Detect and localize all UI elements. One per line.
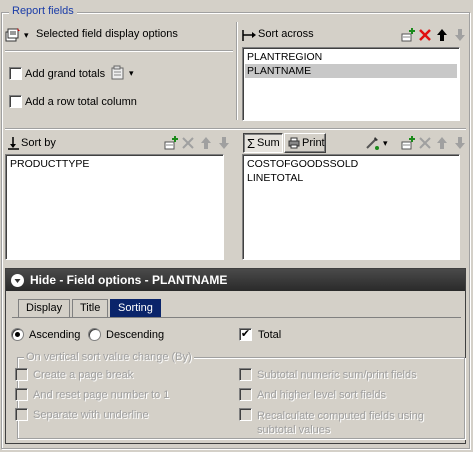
add-row-total-label: Add a row total column	[25, 96, 137, 108]
create-page-break-checkbox[interactable]	[15, 368, 28, 381]
list-item[interactable]: PLANTNAME	[245, 64, 457, 78]
sum-button[interactable]: Σ Sum	[243, 133, 283, 153]
sort-by-move-up-icon[interactable]	[198, 135, 214, 151]
add-row-total-checkbox[interactable]	[9, 95, 22, 108]
format-dropdown-arrow-icon[interactable]: ▾	[383, 137, 388, 150]
sort-by-add-icon[interactable]	[163, 135, 179, 151]
vertical-sort-change-label: On vertical sort value change (By)	[24, 351, 194, 363]
dropdown-arrow-icon[interactable]: ▾	[24, 29, 29, 42]
divider	[5, 50, 233, 52]
measures-move-up-icon[interactable]	[434, 135, 450, 151]
sort-by-icon	[5, 135, 21, 151]
recalculate-computed-checkbox[interactable]	[239, 408, 252, 421]
print-button[interactable]: Print	[284, 133, 326, 153]
list-item[interactable]: COSTOFGOODSSOLD	[245, 157, 457, 171]
grand-totals-dropdown-arrow-icon[interactable]: ▾	[129, 67, 134, 80]
print-icon	[288, 137, 300, 149]
measures-list[interactable]: COSTOFGOODSSOLD LINETOTAL	[242, 154, 460, 260]
sort-across-delete-icon[interactable]	[417, 27, 433, 43]
field-options-icon[interactable]	[5, 27, 21, 43]
print-label: Print	[302, 137, 325, 149]
create-page-break-label: Create a page break	[33, 369, 134, 381]
sort-by-label: Sort by	[21, 137, 56, 149]
field-options-panel: Hide - Field options - PLANTNAME Display…	[5, 268, 466, 444]
vertical-divider	[236, 22, 238, 120]
descending-label: Descending	[106, 329, 165, 341]
sort-across-move-down-icon[interactable]	[452, 27, 468, 43]
subtotal-numeric-checkbox[interactable]	[239, 368, 252, 381]
tab-strip-line	[12, 317, 461, 318]
collapse-icon[interactable]	[11, 274, 24, 287]
separate-underline-label: Separate with underline	[33, 409, 149, 421]
sort-across-move-up-icon[interactable]	[434, 27, 450, 43]
sort-by-list[interactable]: PRODUCTTYPE	[5, 154, 224, 260]
total-checkbox[interactable]: ✔	[239, 328, 252, 341]
sort-across-list[interactable]: PLANTREGION PLANTNAME	[242, 47, 460, 121]
reset-page-number-checkbox[interactable]	[15, 388, 28, 401]
sort-across-label: Sort across	[258, 28, 314, 40]
field-options-header[interactable]: Hide - Field options - PLANTNAME	[6, 269, 465, 291]
recalculate-computed-label: Recalculate computed fields using subtot…	[257, 410, 424, 436]
tab-display[interactable]: Display	[18, 299, 71, 317]
list-item[interactable]: LINETOTAL	[245, 171, 457, 185]
total-label: Total	[258, 329, 282, 341]
tab-title[interactable]: Title	[72, 299, 109, 317]
higher-level-sort-checkbox[interactable]	[239, 388, 252, 401]
reset-page-number-label: And reset page number to 1	[33, 389, 170, 401]
measures-delete-icon[interactable]	[417, 135, 433, 151]
list-item[interactable]: PLANTREGION	[245, 50, 457, 64]
grand-totals-options-icon[interactable]	[110, 65, 126, 81]
selected-field-display-options-label[interactable]: Selected field display options	[36, 28, 178, 41]
list-item[interactable]: PRODUCTTYPE	[8, 157, 221, 171]
ascending-label: Ascending	[29, 329, 81, 341]
add-grand-totals-label: Add grand totals	[25, 68, 106, 80]
tab-sorting[interactable]: Sorting	[110, 299, 161, 317]
sum-label: Sum	[257, 137, 280, 149]
ascending-radio[interactable]	[11, 328, 24, 341]
separate-underline-checkbox[interactable]	[15, 408, 28, 421]
field-format-icon[interactable]	[364, 135, 380, 151]
report-fields-title: Report fields	[9, 5, 77, 17]
higher-level-sort-label: And higher level sort fields	[257, 389, 387, 401]
subtotal-numeric-label: Subtotal numeric sum/print fields	[257, 369, 417, 381]
sum-icon: Σ	[247, 135, 256, 151]
sort-by-delete-icon[interactable]	[180, 135, 196, 151]
sort-across-icon	[241, 27, 257, 43]
divider	[5, 128, 466, 130]
add-grand-totals-checkbox[interactable]	[9, 67, 22, 80]
sort-by-move-down-icon[interactable]	[216, 135, 232, 151]
measures-move-down-icon[interactable]	[452, 135, 468, 151]
measures-add-icon[interactable]	[400, 135, 416, 151]
descending-radio[interactable]	[88, 328, 101, 341]
sort-across-add-icon[interactable]	[400, 27, 416, 43]
